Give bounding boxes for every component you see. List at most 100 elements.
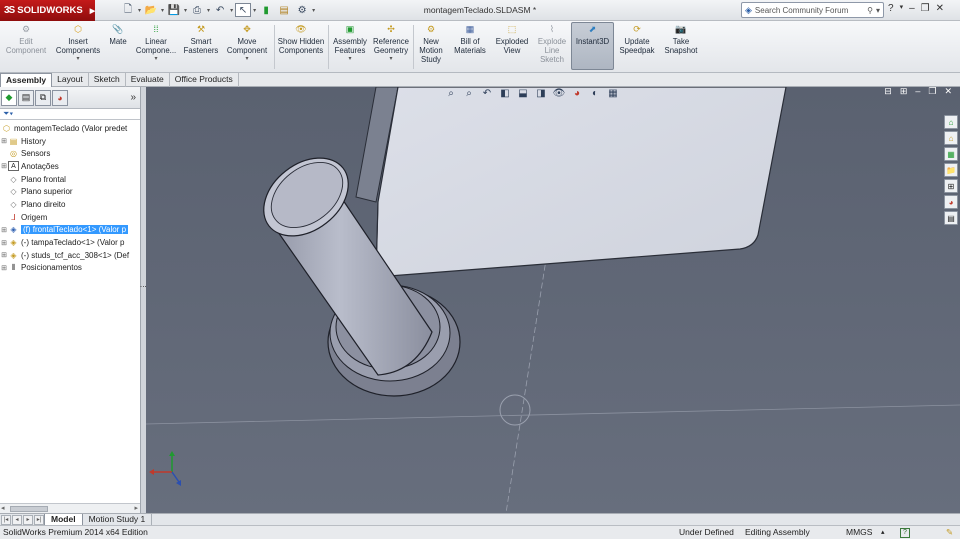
section-view-icon[interactable]: ◧ [498, 87, 512, 100]
show-hidden-components-button[interactable]: 👁 Show Hidden Components [276, 23, 326, 56]
chevron-down-icon[interactable]: ▾ [348, 55, 351, 64]
chevron-down-icon[interactable]: ▾ [312, 7, 315, 14]
exploded-view-button[interactable]: ⬚ Exploded View [493, 23, 531, 56]
tree-horizontal-scrollbar[interactable]: ◂ ▸ [0, 503, 140, 513]
tab-model[interactable]: Model [44, 513, 83, 526]
bill-of-materials-button[interactable]: ▦ Bill of Materials [451, 23, 489, 56]
tab-evaluate[interactable]: Evaluate [126, 73, 170, 87]
smart-fasteners-button[interactable]: ⚒ Smart Fasteners [181, 23, 221, 56]
update-speedpak-button[interactable]: ⟳ Update Speedpak [617, 23, 657, 56]
tab-assembly[interactable]: Assembly [0, 73, 53, 87]
apply-scene-icon[interactable]: ◐ [588, 87, 602, 100]
zoom-to-fit-icon[interactable]: ⌕ [444, 87, 458, 100]
tab-layout[interactable]: Layout [52, 73, 89, 87]
chevron-down-icon[interactable]: ▾ [138, 7, 141, 14]
tree-node-plane-front[interactable]: ◇ Plano frontal [0, 173, 140, 186]
chevron-down-icon[interactable]: ▾ [900, 3, 904, 14]
insert-components-button[interactable]: ⬡ Insert Components ▾ [53, 23, 103, 64]
custom-properties-icon[interactable]: ▤ [944, 211, 958, 225]
solidworks-logo[interactable]: 3S SOLIDWORKS ▶ [0, 0, 95, 21]
rebuild-status-icon[interactable]: ✎ [946, 526, 953, 539]
tree-root[interactable]: ⬡ montagemTeclado (Valor predet [0, 122, 140, 135]
tampa-teclado-part[interactable] [375, 87, 787, 278]
open-folder-icon[interactable]: 📂 [143, 3, 159, 17]
expand-icon[interactable]: ⊞ [0, 264, 8, 272]
help-icon[interactable]: ? [888, 3, 894, 14]
hide-show-items-icon[interactable]: 👁 [552, 87, 566, 100]
minimize-icon[interactable]: – [909, 3, 915, 14]
rebuild-icon[interactable]: ▮ [258, 3, 274, 17]
tab-office-products[interactable]: Office Products [170, 73, 239, 87]
file-properties-icon[interactable]: ▤ [276, 3, 292, 17]
scroll-thumb[interactable] [10, 506, 48, 512]
select-cursor-icon[interactable]: ↖ [235, 3, 252, 17]
units-selector[interactable]: MMGS [846, 526, 872, 539]
restore-icon[interactable]: ❐ [921, 3, 930, 14]
tree-node-plane-right[interactable]: ◇ Plano direito [0, 198, 140, 211]
tree-node-history[interactable]: ⊞ ▤ History [0, 135, 140, 148]
display-manager-tab-icon[interactable]: ◕ [52, 89, 68, 106]
display-style-icon[interactable]: ◨ [534, 87, 548, 100]
chevron-down-icon[interactable]: ▾ [76, 55, 79, 64]
tree-node-studs[interactable]: ⊞ ◈ (-) studs_tcf_acc_308<1> (Def [0, 249, 140, 262]
chevron-down-icon[interactable]: ▾ [876, 6, 880, 15]
view-settings-icon[interactable]: ▦ [606, 87, 620, 100]
more-tabs-icon[interactable]: » [130, 92, 136, 103]
print-icon[interactable]: ⎙ [189, 3, 205, 17]
chevron-down-icon[interactable]: ▾ [207, 7, 210, 14]
tree-node-tampa-teclado[interactable]: ⊞ ◈ (-) tampaTeclado<1> (Valor p [0, 236, 140, 249]
expand-icon[interactable]: ⊞ [0, 239, 8, 247]
close-icon[interactable]: ✕ [936, 3, 944, 14]
edit-appearance-icon[interactable]: ◕ [570, 87, 584, 100]
tab-motion-study[interactable]: Motion Study 1 [83, 513, 153, 526]
tree-node-frontal-teclado[interactable]: ⊞ ◈ (f) frontalTeclado<1> (Valor p [0, 224, 140, 237]
tree-node-plane-top[interactable]: ◇ Plano superior [0, 185, 140, 198]
tree-node-sensors[interactable]: ◎ Sensors [0, 147, 140, 160]
file-explorer-icon[interactable]: ▦ [944, 147, 958, 161]
expand-icon[interactable]: ⊞ [0, 226, 8, 234]
chevron-down-icon[interactable]: ▾ [161, 7, 164, 14]
prev-tab-icon[interactable]: ◂ [12, 514, 22, 525]
model-view[interactable] [146, 87, 960, 513]
scroll-right-icon[interactable]: ▸ [134, 504, 138, 512]
options-icon[interactable]: ⚙ [294, 3, 310, 17]
graphics-area[interactable]: ⌕ ⌕ ↶ ◧ ⬓ ◨ 👁 ◕ ◐ ▦ ⊟ ⊞ – ❐ ✕ ⌂ ⌂ ▦ 📁 ⊞ … [146, 87, 960, 513]
linear-pattern-button[interactable]: ⁞⁞ Linear Compone... ▾ [133, 23, 179, 64]
property-manager-tab-icon[interactable]: ▤ [18, 89, 34, 106]
design-library-icon[interactable]: ⌂ [944, 131, 958, 145]
view-orientation-icon[interactable]: ⬓ [516, 87, 530, 100]
appearances-icon[interactable]: ◕ [944, 195, 958, 209]
chevron-down-icon[interactable]: ▾ [245, 55, 248, 64]
new-document-icon[interactable]: 🗋 [120, 3, 136, 17]
expand-icon[interactable]: ⊞ [0, 137, 8, 145]
feature-tree-tab-icon[interactable]: ◆ [1, 89, 17, 106]
view-palette-icon[interactable]: ⊞ [944, 179, 958, 193]
scroll-left-icon[interactable]: ◂ [1, 504, 5, 512]
expand-icon[interactable]: ⊞ [0, 162, 8, 170]
next-tab-icon[interactable]: ▸ [23, 514, 33, 525]
tree-node-mates[interactable]: ⊞ ⫴ Posicionamentos [0, 262, 140, 275]
save-icon[interactable]: 💾 [166, 3, 182, 17]
chevron-down-icon[interactable]: ▾ [389, 55, 392, 64]
doc-restore-icon[interactable]: ❐ [928, 87, 936, 97]
chevron-up-icon[interactable]: ▴ [881, 526, 885, 539]
move-component-button[interactable]: ✥ Move Component ▾ [223, 23, 271, 64]
tile-vertical-icon[interactable]: ⊞ [900, 87, 908, 97]
previous-view-icon[interactable]: ↶ [480, 87, 494, 100]
quick-tips-button[interactable]: ? [900, 528, 910, 538]
first-tab-icon[interactable]: |◂ [1, 514, 11, 525]
undo-icon[interactable]: ↶ [212, 3, 228, 17]
chevron-down-icon[interactable]: ▾ [184, 7, 187, 14]
doc-close-icon[interactable]: ✕ [944, 87, 952, 97]
tab-sketch[interactable]: Sketch [89, 73, 126, 87]
chevron-down-icon[interactable]: ▾ [253, 7, 256, 14]
folder-icon[interactable]: 📁 [944, 163, 958, 177]
configuration-manager-tab-icon[interactable]: ⧉ [35, 89, 51, 106]
expand-icon[interactable]: ⊞ [0, 251, 8, 259]
last-tab-icon[interactable]: ▸| [34, 514, 44, 525]
new-motion-study-button[interactable]: ⚙ New Motion Study [415, 23, 447, 65]
assembly-features-button[interactable]: ▣ Assembly Features ▾ [330, 23, 370, 64]
mate-button[interactable]: 📎 Mate [105, 23, 131, 47]
tree-node-annotations[interactable]: ⊞ A Anotações [0, 160, 140, 173]
chevron-down-icon[interactable]: ▾ [230, 7, 233, 14]
